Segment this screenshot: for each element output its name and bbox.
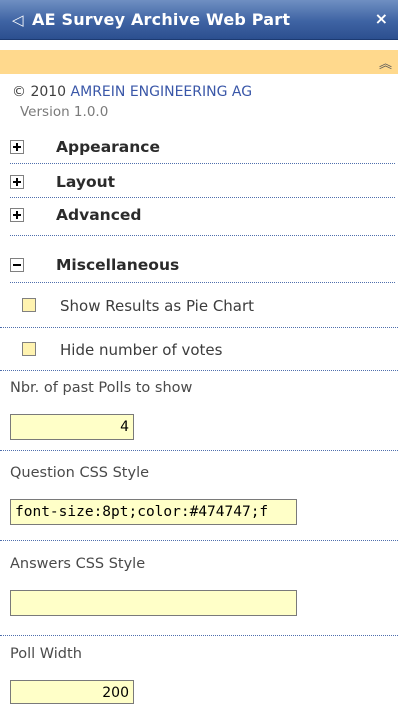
copyright-prefix: © 2010 <box>12 84 71 100</box>
answers-css-label: Answers CSS Style <box>10 556 146 572</box>
divider <box>10 197 395 198</box>
question-css-input[interactable]: font-size:8pt;color:#474747;f <box>10 499 297 525</box>
expand-icon[interactable] <box>10 175 24 189</box>
show-pie-chart-label: Show Results as Pie Chart <box>60 297 255 315</box>
divider <box>0 450 398 451</box>
collapse-icon[interactable] <box>10 258 24 272</box>
show-pie-chart-checkbox[interactable] <box>22 298 36 312</box>
section-advanced-label[interactable]: Advanced <box>56 205 142 225</box>
section-advanced[interactable]: Advanced <box>10 205 390 229</box>
section-appearance-label[interactable]: Appearance <box>56 137 160 157</box>
poll-width-input[interactable]: 200 <box>10 680 134 704</box>
divider <box>10 282 395 283</box>
divider <box>0 327 398 328</box>
divider <box>0 370 398 371</box>
divider <box>10 235 395 236</box>
back-arrow-icon[interactable]: ◁ <box>12 11 24 29</box>
section-layout[interactable]: Layout <box>10 172 390 196</box>
answers-css-input[interactable] <box>10 590 297 616</box>
section-appearance[interactable]: Appearance <box>10 137 390 161</box>
collapse-up-icon[interactable]: ︽ <box>379 53 392 72</box>
section-miscellaneous-label[interactable]: Miscellaneous <box>56 255 179 275</box>
divider <box>0 635 398 636</box>
divider <box>0 540 398 541</box>
section-miscellaneous[interactable]: Miscellaneous <box>10 255 390 279</box>
past-polls-label: Nbr. of past Polls to show <box>10 380 193 396</box>
section-layout-label[interactable]: Layout <box>56 172 115 192</box>
question-css-label: Question CSS Style <box>10 465 150 481</box>
hide-votes-checkbox[interactable] <box>22 342 36 356</box>
hide-votes-label: Hide number of votes <box>60 341 223 359</box>
expand-icon[interactable] <box>10 208 24 222</box>
company-name: AMREIN ENGINEERING AG <box>70 84 253 100</box>
past-polls-input[interactable]: 4 <box>10 414 134 440</box>
close-icon[interactable]: × <box>375 10 388 28</box>
copyright-text: © 2010 AMREIN ENGINEERING AG <box>12 84 252 100</box>
version-text: Version 1.0.0 <box>20 104 109 120</box>
poll-width-label: Poll Width <box>10 646 82 662</box>
webpart-header: ◁ AE Survey Archive Web Part × <box>0 0 398 40</box>
webpart-title: AE Survey Archive Web Part <box>32 10 291 29</box>
toolpane: ◁ AE Survey Archive Web Part × ︽ © 2010 … <box>0 0 398 704</box>
divider <box>10 163 395 164</box>
expand-icon[interactable] <box>10 140 24 154</box>
toolpane-bar: ︽ <box>0 50 398 74</box>
